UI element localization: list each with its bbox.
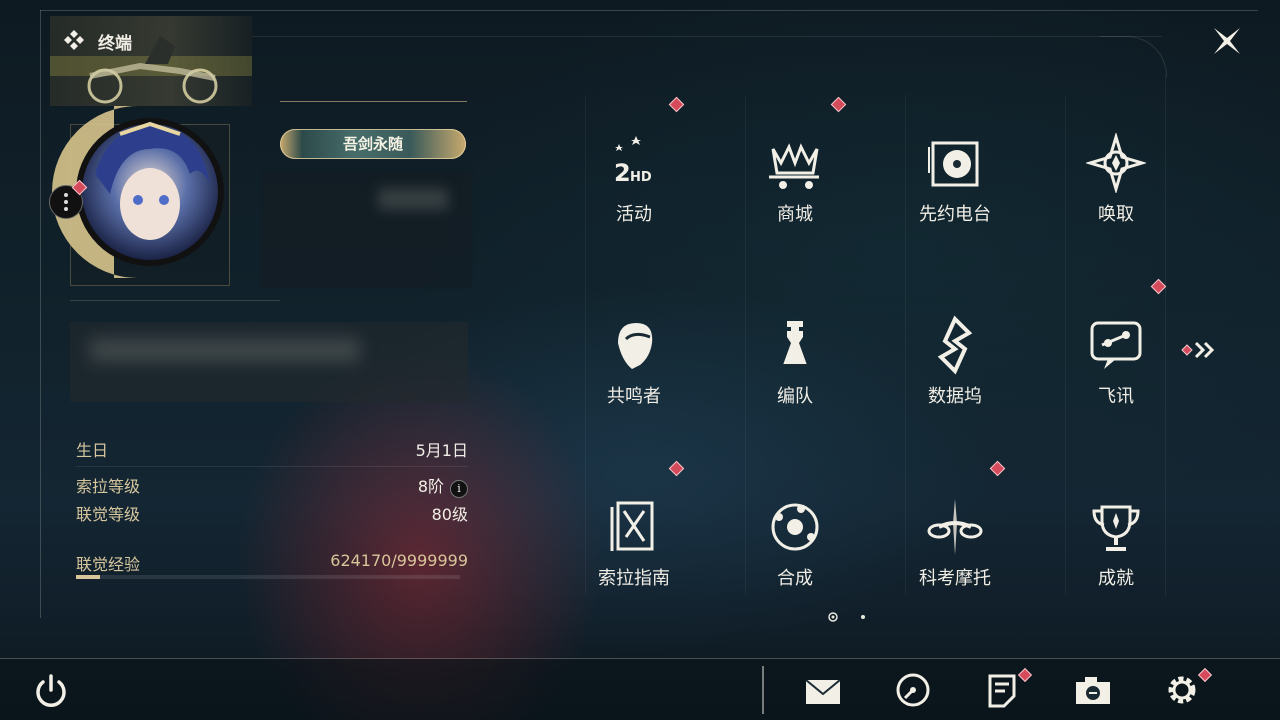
menu-label-convene: 唤取 xyxy=(1098,204,1134,225)
mail-icon[interactable] xyxy=(802,670,842,710)
menu-tile-team[interactable]: 编队 xyxy=(715,275,875,455)
power-icon[interactable] xyxy=(32,672,70,710)
stat-divider xyxy=(76,466,468,467)
sola-level-value-row: 8阶 i xyxy=(300,473,468,498)
notes-icon[interactable] xyxy=(982,670,1022,710)
sola-level-value: 8阶 xyxy=(417,477,444,496)
terminal-logo-icon xyxy=(64,30,84,50)
birthday-value: 5月1日 xyxy=(415,441,468,460)
blurred-signature-area xyxy=(70,322,468,402)
title-badge-text: 吾剑永随 xyxy=(342,135,403,153)
menu-label-synthesis: 合成 xyxy=(777,568,813,589)
page-indicator xyxy=(828,612,865,622)
svg-text:2: 2 xyxy=(614,159,631,187)
notification-badge xyxy=(668,96,685,113)
shop-crown-cart-icon xyxy=(769,143,819,189)
menu-label-event: 活动 xyxy=(616,204,652,225)
menu-tile-motorcycle[interactable]: 科考摩托 xyxy=(875,457,1035,637)
synthesis-orbit-icon xyxy=(771,503,819,551)
close-icon[interactable] xyxy=(1208,22,1246,60)
menu-tile-radio[interactable]: 先约电台 xyxy=(875,93,1035,273)
title-rule xyxy=(280,101,467,102)
menu-label-guide: 索拉指南 xyxy=(598,568,670,589)
trophy-icon xyxy=(1092,505,1140,551)
menu-label-shop: 商城 xyxy=(777,204,813,225)
sola-level-label: 索拉等级 xyxy=(76,477,141,496)
svg-text:HD: HD xyxy=(630,170,652,185)
menu-tile-guide[interactable]: 索拉指南 xyxy=(554,457,714,637)
menu-tile-resonator[interactable]: 共鸣者 xyxy=(554,275,714,455)
menu-label-chat: 飞讯 xyxy=(1098,386,1134,407)
team-chess-icon xyxy=(781,321,809,366)
menu-label-resonator: 共鸣者 xyxy=(607,386,661,407)
chat-bubble-icon xyxy=(1090,321,1142,369)
notification-badge xyxy=(1150,278,1167,295)
menu-label-databank: 数据坞 xyxy=(928,386,982,407)
notification-badge xyxy=(830,96,847,113)
menu-label-achievement: 成就 xyxy=(1098,568,1134,589)
exp-label: 联觉经验 xyxy=(76,555,141,574)
event-2hd-icon: 2 HD xyxy=(614,136,652,187)
camera-icon[interactable] xyxy=(1073,670,1113,710)
menu-label-motorcycle: 科考摩托 xyxy=(919,568,991,589)
resonator-portrait-icon xyxy=(618,323,653,369)
terminal-title: 终端 xyxy=(98,34,132,54)
menu-tile-achievement[interactable]: 成就 xyxy=(1036,457,1196,637)
frame-left-line xyxy=(40,10,41,618)
frame-inner-line xyxy=(252,36,1162,37)
exp-progress-track xyxy=(76,575,460,579)
bottom-separator xyxy=(762,666,764,714)
menu-label-team: 编队 xyxy=(777,386,813,407)
menu-tile-event[interactable]: 2 HD 活动 xyxy=(554,93,714,273)
motorcycle-icon xyxy=(927,499,983,555)
exp-progress-fill xyxy=(76,575,100,579)
birthday-label: 生日 xyxy=(76,441,109,460)
guide-book-icon xyxy=(610,501,654,551)
data-bank-icon xyxy=(937,315,973,375)
convene-star-icon xyxy=(1086,133,1146,193)
profile-divider xyxy=(70,300,280,301)
menu-label-radio: 先约电台 xyxy=(919,204,991,225)
info-icon[interactable]: i xyxy=(450,480,468,498)
bottom-bar-line xyxy=(0,658,1280,659)
radio-vinyl-icon xyxy=(928,141,979,187)
union-level-label: 联觉等级 xyxy=(76,505,141,524)
next-page-chevron-icon[interactable] xyxy=(1180,340,1220,360)
menu-tile-chat[interactable]: 飞讯 xyxy=(1036,275,1196,455)
frame-curve xyxy=(1100,36,1167,77)
notification-badge xyxy=(668,460,685,477)
menu-tile-shop[interactable]: 商城 xyxy=(715,93,875,273)
union-level-value: 80级 xyxy=(431,505,468,524)
blurred-signature-text xyxy=(90,338,360,362)
menu-tile-databank[interactable]: 数据坞 xyxy=(875,275,1035,455)
settings-gear-icon[interactable] xyxy=(1162,670,1202,710)
notification-badge xyxy=(989,460,1006,477)
frame-top-line xyxy=(40,10,1258,11)
menu-tile-convene[interactable]: 唤取 xyxy=(1036,93,1196,273)
clock-icon[interactable] xyxy=(893,670,933,710)
exp-value: 624170/9999999 xyxy=(330,551,468,570)
blurred-text xyxy=(378,188,448,210)
